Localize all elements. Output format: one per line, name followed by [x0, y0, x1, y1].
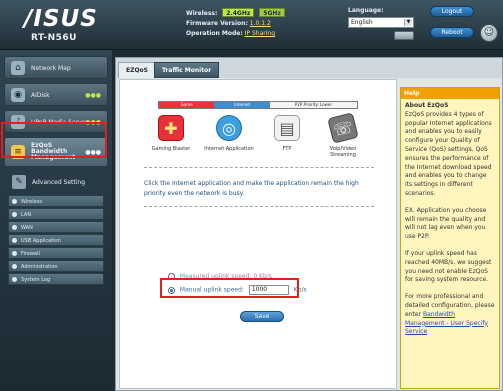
sidebar-subitem-label: Administration — [21, 264, 58, 270]
divider — [144, 206, 374, 207]
globe-icon: ◎ — [216, 115, 242, 141]
tab-bar: EZQoS Traffic Monitor — [116, 58, 502, 78]
help-paragraph: EzQoS provides 4 types of popular Intern… — [405, 110, 492, 197]
brand-logo: /ISUS — [24, 6, 98, 32]
bullet-icon — [12, 238, 17, 243]
sidebar-subitem-system-log[interactable]: System Log — [8, 273, 104, 285]
tab-ezqos[interactable]: EZQoS — [118, 62, 156, 78]
app-label: Internet Application — [204, 146, 254, 152]
help-header: Help — [401, 88, 499, 99]
app-label: Gaming Blaster — [151, 146, 191, 152]
reboot-button[interactable]: Reboot — [430, 27, 474, 38]
help-title: About EzQoS — [405, 102, 449, 109]
priority-segment-internet: Internet — [214, 102, 270, 108]
gamepad-icon: ✚ — [158, 115, 184, 141]
header-bar: /ISUS RT-N56U Wireless: 2.4GHz 5GHz Firm… — [0, 0, 503, 50]
app-voip-video-streaming[interactable]: ☏ Voip/Video Streaming — [316, 112, 370, 158]
sidebar-subitem-label: Firewall — [21, 251, 40, 257]
sidebar-subitem-usb-application[interactable]: USB Application — [8, 234, 104, 246]
tab-traffic-monitor[interactable]: Traffic Monitor — [154, 62, 220, 78]
bullet-icon — [12, 264, 17, 269]
sidebar-subitem-administration[interactable]: Administration — [8, 260, 104, 272]
sidebar-item-network-map[interactable]: ⌂ Network Map — [4, 56, 108, 79]
bullet-icon — [12, 199, 17, 204]
firmware-status: Firmware Version: 1.0.1.2 — [186, 20, 271, 27]
description-text: Click the Internet application and make … — [144, 180, 359, 197]
sidebar-subitem-firewall[interactable]: Firewall — [8, 247, 104, 259]
bullet-icon — [12, 251, 17, 256]
main-panel: EZQoS Traffic Monitor Game Internet P2P … — [115, 57, 503, 391]
bullet-icon — [12, 277, 17, 282]
save-button[interactable]: Save — [240, 311, 284, 322]
priority-segment-game: Game — [159, 102, 215, 108]
priority-bar: Game Internet P2P Priority: Lower — [158, 101, 358, 109]
help-paragraph: If your uplink speed has reached 40MB/s,… — [405, 249, 492, 284]
user-face-icon[interactable]: ☺ — [480, 24, 498, 42]
status-panel: Wireless: 2.4GHz 5GHz Firmware Version: … — [186, 6, 334, 44]
priority-segment-p2p: P2P Priority: Lower — [269, 102, 357, 108]
network-status-icon[interactable] — [394, 31, 414, 40]
sidebar-subitem-label: LAN — [21, 212, 32, 218]
asus-logo: /ISUS RT-N56U — [24, 6, 98, 46]
bullet-icon — [12, 225, 17, 230]
ftp-drive-icon: ▤ — [274, 115, 300, 141]
app-internet-application[interactable]: ◎ Internet Application — [202, 115, 256, 152]
sidebar-subitem-label: USB Application — [21, 238, 61, 244]
bullet-icon — [12, 212, 17, 217]
app-ftp[interactable]: ▤ FTP — [260, 115, 314, 152]
network-map-icon: ⌂ — [11, 61, 25, 75]
app-label: Voip/Video Streaming — [329, 146, 357, 158]
ezqos-content: Game Internet P2P Priority: Lower ✚ Gami… — [119, 79, 397, 389]
sidebar-item-advanced-setting[interactable]: ✎ Advanced Setting — [4, 171, 108, 193]
help-paragraph: For more professional and detailed confi… — [405, 293, 495, 336]
language-select[interactable]: English ▼ — [348, 17, 414, 28]
sidebar-subitem-label: System Log — [21, 277, 51, 283]
operation-mode-link[interactable]: IP Sharing — [245, 30, 275, 37]
sidebar-subitem-label: Wireless — [21, 199, 42, 205]
sidebar-item-label: AiDisk — [31, 92, 50, 99]
language-panel: Language: English ▼ — [348, 6, 414, 44]
band-2-4ghz-badge[interactable]: 2.4GHz — [222, 8, 255, 17]
app-gaming-blaster[interactable]: ✚ Gaming Blaster — [144, 115, 198, 152]
sidebar: ⌂ Network Map ◉ AiDisk ●●● ♪ UPnP Media … — [0, 50, 112, 391]
logout-button[interactable]: Logout — [430, 6, 474, 17]
sidebar-subitem-wan[interactable]: WAN — [8, 221, 104, 233]
wrench-icon: ✎ — [12, 175, 26, 189]
help-panel: Help About EzQoS EzQoS provides 4 types … — [400, 87, 500, 389]
sidebar-item-aidisk[interactable]: ◉ AiDisk ●●● — [4, 83, 108, 106]
phone-icon: ☏ — [327, 112, 359, 144]
firmware-version-link[interactable]: 1.0.1.2 — [250, 20, 271, 27]
help-body: About EzQoS EzQoS provides 4 types of po… — [401, 99, 499, 348]
sidebar-item-label: Network Map — [31, 65, 71, 72]
app-label: FTP — [282, 146, 292, 152]
sidebar-item-label: Advanced Setting — [32, 179, 86, 186]
language-label: Language: — [348, 7, 384, 14]
wireless-status: Wireless: 2.4GHz 5GHz — [186, 8, 285, 17]
status-dots: ●●● — [85, 92, 101, 99]
help-paragraph: EX. Application you choose will remain t… — [405, 206, 487, 241]
sidebar-subitem-lan[interactable]: LAN — [8, 208, 104, 220]
aidisk-icon: ◉ — [11, 88, 25, 102]
sidebar-subitem-label: WAN — [21, 225, 33, 231]
language-value: English — [351, 19, 373, 26]
band-5ghz-badge[interactable]: 5GHz — [259, 8, 285, 17]
ezqos-highlight-frame — [1, 122, 107, 158]
operation-mode-status: Operation Mode: IP Sharing — [186, 30, 275, 37]
sidebar-subitem-wireless[interactable]: Wireless — [8, 195, 104, 207]
manual-uplink-highlight-frame — [160, 278, 299, 298]
divider — [144, 167, 374, 168]
chevron-down-icon: ▼ — [404, 19, 412, 26]
model-name: RT-N56U — [31, 33, 77, 43]
